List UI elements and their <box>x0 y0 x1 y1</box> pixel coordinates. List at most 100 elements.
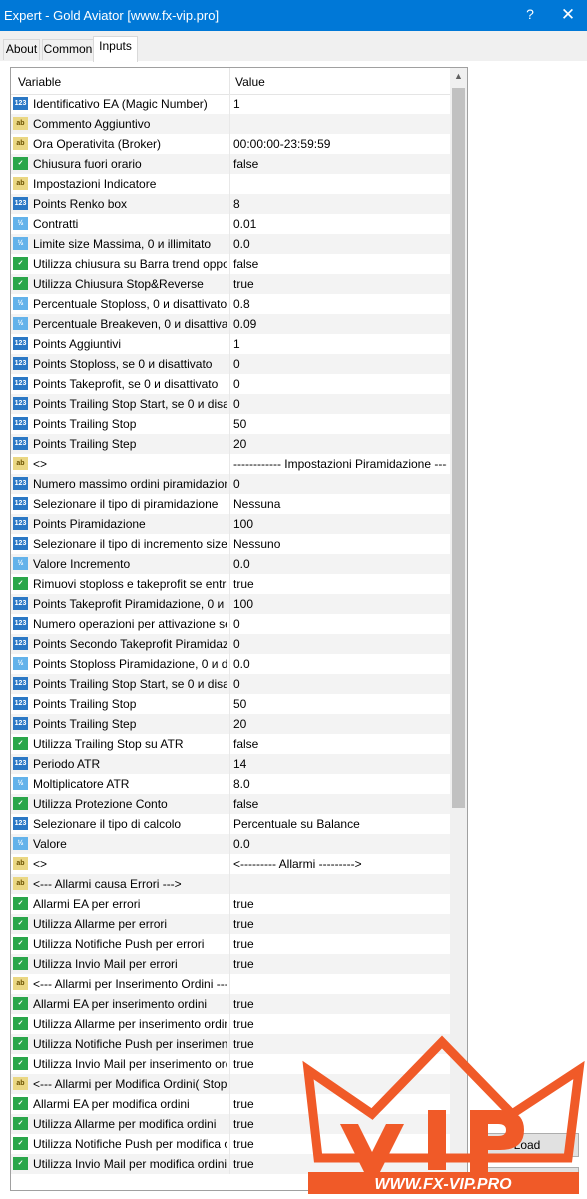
input-value[interactable]: false <box>233 737 447 751</box>
input-row[interactable]: ✓ Allarmi EA per errori true <box>11 894 450 914</box>
input-row[interactable]: ab Impostazioni Indicatore <box>11 174 450 194</box>
input-value[interactable]: 0 <box>233 477 447 491</box>
input-value[interactable]: Nessuno <box>233 537 447 551</box>
input-row[interactable]: ½ Contratti 0.01 <box>11 214 450 234</box>
input-value[interactable]: true <box>233 997 447 1011</box>
input-row[interactable]: ½ Valore Incremento 0.0 <box>11 554 450 574</box>
input-row[interactable]: ✓ Utilizza chiusura su Barra trend oppost… <box>11 254 450 274</box>
input-row[interactable]: 123 Points Stoploss, se 0 и disattivato 0 <box>11 354 450 374</box>
input-value[interactable]: 20 <box>233 717 447 731</box>
input-row[interactable]: 123 Points Trailing Stop Start, se 0 и di… <box>11 674 450 694</box>
input-value[interactable]: false <box>233 797 447 811</box>
input-value[interactable]: 1 <box>233 97 447 111</box>
input-row[interactable]: ab <> <--------- Allarmi ---------> <box>11 854 450 874</box>
input-row[interactable]: 123 Points Renko box 8 <box>11 194 450 214</box>
input-row[interactable]: ½ Percentuale Breakeven, 0 и disattivato 0… <box>11 314 450 334</box>
scroll-up-icon[interactable]: ▲ <box>450 68 467 85</box>
input-row[interactable]: 123 Points Takeprofit, se 0 и disattivato… <box>11 374 450 394</box>
input-value[interactable]: 0.0 <box>233 557 447 571</box>
input-row[interactable]: ab <--- Allarmi causa Errori ---> <box>11 874 450 894</box>
input-value[interactable]: 0.0 <box>233 837 447 851</box>
input-value[interactable]: Nessuna <box>233 497 447 511</box>
input-value[interactable]: true <box>233 917 447 931</box>
tab-common[interactable]: Common <box>42 39 94 60</box>
input-row[interactable]: ✓ Chiusura fuori orario false <box>11 154 450 174</box>
input-value[interactable]: 50 <box>233 697 447 711</box>
input-row[interactable]: ✓ Rimuovi stoploss e takeprofit se entra … <box>11 574 450 594</box>
input-value[interactable]: 50 <box>233 417 447 431</box>
column-header-variable[interactable]: Variable <box>18 75 61 89</box>
help-button[interactable]: ? <box>520 6 540 22</box>
input-value[interactable]: 1 <box>233 337 447 351</box>
input-value[interactable]: false <box>233 157 447 171</box>
input-value[interactable]: true <box>233 897 447 911</box>
input-row[interactable]: 123 Points Trailing Step 20 <box>11 714 450 734</box>
tab-inputs[interactable]: Inputs <box>93 36 138 62</box>
input-row[interactable]: ✓ Utilizza Protezione Conto false <box>11 794 450 814</box>
input-value[interactable]: <--------- Allarmi ---------> <box>233 857 447 871</box>
input-row[interactable]: 123 Points Trailing Stop Start, se 0 и di… <box>11 394 450 414</box>
input-row[interactable]: ab <> ------------ Impostazioni Piramidazi… <box>11 454 450 474</box>
scroll-thumb[interactable] <box>452 88 465 808</box>
input-row[interactable]: 123 Identificativo EA (Magic Number) 1 <box>11 94 450 114</box>
input-value[interactable]: 8 <box>233 197 447 211</box>
input-row[interactable]: ✓ Utilizza Chiusura Stop&Reverse true <box>11 274 450 294</box>
input-row[interactable]: ½ Percentuale Stoploss, 0 и disattivato 0.… <box>11 294 450 314</box>
input-value[interactable]: true <box>233 1017 447 1031</box>
input-row[interactable]: 123 Points Piramidazione 100 <box>11 514 450 534</box>
input-value[interactable]: true <box>233 957 447 971</box>
input-row[interactable]: ab <--- Allarmi per Inserimento Ordini --… <box>11 974 450 994</box>
input-row[interactable]: 123 Periodo ATR 14 <box>11 754 450 774</box>
input-row[interactable]: 123 Numero massimo ordini piramidazione (… <box>11 474 450 494</box>
input-value[interactable]: 0 <box>233 617 447 631</box>
input-value[interactable]: true <box>233 277 447 291</box>
input-row[interactable]: 123 Points Trailing Stop 50 <box>11 414 450 434</box>
input-value[interactable]: 0 <box>233 637 447 651</box>
input-value[interactable]: 8.0 <box>233 777 447 791</box>
input-row[interactable]: ½ Moltiplicatore ATR 8.0 <box>11 774 450 794</box>
input-value[interactable]: 14 <box>233 757 447 771</box>
input-row[interactable]: 123 Points Trailing Stop 50 <box>11 694 450 714</box>
input-value[interactable]: 0.0 <box>233 237 447 251</box>
input-row[interactable]: ½ Points Stoploss Piramidazione, 0 и disa… <box>11 654 450 674</box>
input-row[interactable]: 123 Selezionare il tipo di piramidazione N… <box>11 494 450 514</box>
column-header-value[interactable]: Value <box>235 75 265 89</box>
input-value[interactable]: true <box>233 937 447 951</box>
input-value[interactable]: true <box>233 577 447 591</box>
input-value[interactable]: 0 <box>233 397 447 411</box>
input-row[interactable]: ✓ Utilizza Invio Mail per errori true <box>11 954 450 974</box>
input-row[interactable]: ✓ Utilizza Notifiche Push per errori true <box>11 934 450 954</box>
input-value[interactable]: 100 <box>233 597 447 611</box>
input-row[interactable]: 123 Points Secondo Takeprofit Piramidazio… <box>11 634 450 654</box>
input-row[interactable]: ✓ Utilizza Allarme per errori true <box>11 914 450 934</box>
input-value[interactable]: 0 <box>233 677 447 691</box>
input-row[interactable]: ab Commento Aggiuntivo <box>11 114 450 134</box>
input-value[interactable]: false <box>233 257 447 271</box>
input-value[interactable]: ------------ Impostazioni Piramidazione … <box>233 457 447 471</box>
input-value[interactable]: Percentuale su Balance <box>233 817 447 831</box>
input-row[interactable]: 123 Points Trailing Step 20 <box>11 434 450 454</box>
input-row[interactable]: ½ Valore 0.0 <box>11 834 450 854</box>
input-row[interactable]: ✓ Utilizza Allarme per inserimento ordini… <box>11 1014 450 1034</box>
input-value[interactable]: 0 <box>233 377 447 391</box>
close-button[interactable]: ✕ <box>558 5 578 25</box>
input-row[interactable]: 123 Selezionare il tipo di incremento siz… <box>11 534 450 554</box>
input-row[interactable]: 123 Numero operazioni per attivazione sec… <box>11 614 450 634</box>
input-row[interactable]: 123 Points Takeprofit Piramidazione, 0 и … <box>11 594 450 614</box>
input-value[interactable]: 0.8 <box>233 297 447 311</box>
tab-about[interactable]: About <box>3 39 40 60</box>
input-row[interactable]: ✓ Allarmi EA per inserimento ordini true <box>11 994 450 1014</box>
input-value[interactable]: 100 <box>233 517 447 531</box>
input-value[interactable]: 20 <box>233 437 447 451</box>
input-row[interactable]: ab Ora Operativita (Broker) 00:00:00-23:59… <box>11 134 450 154</box>
input-value[interactable]: 0.09 <box>233 317 447 331</box>
column-separator[interactable] <box>229 68 230 94</box>
input-row[interactable]: ½ Limite size Massima, 0 и illimitato 0.0 <box>11 234 450 254</box>
input-row[interactable]: 123 Selezionare il tipo di calcolo Percent… <box>11 814 450 834</box>
input-row[interactable]: 123 Points Aggiuntivi 1 <box>11 334 450 354</box>
input-value[interactable]: 0.0 <box>233 657 447 671</box>
input-value[interactable]: 0.01 <box>233 217 447 231</box>
vertical-scrollbar[interactable]: ▲ <box>450 68 467 1190</box>
input-value[interactable]: 00:00:00-23:59:59 <box>233 137 447 151</box>
input-value[interactable]: 0 <box>233 357 447 371</box>
